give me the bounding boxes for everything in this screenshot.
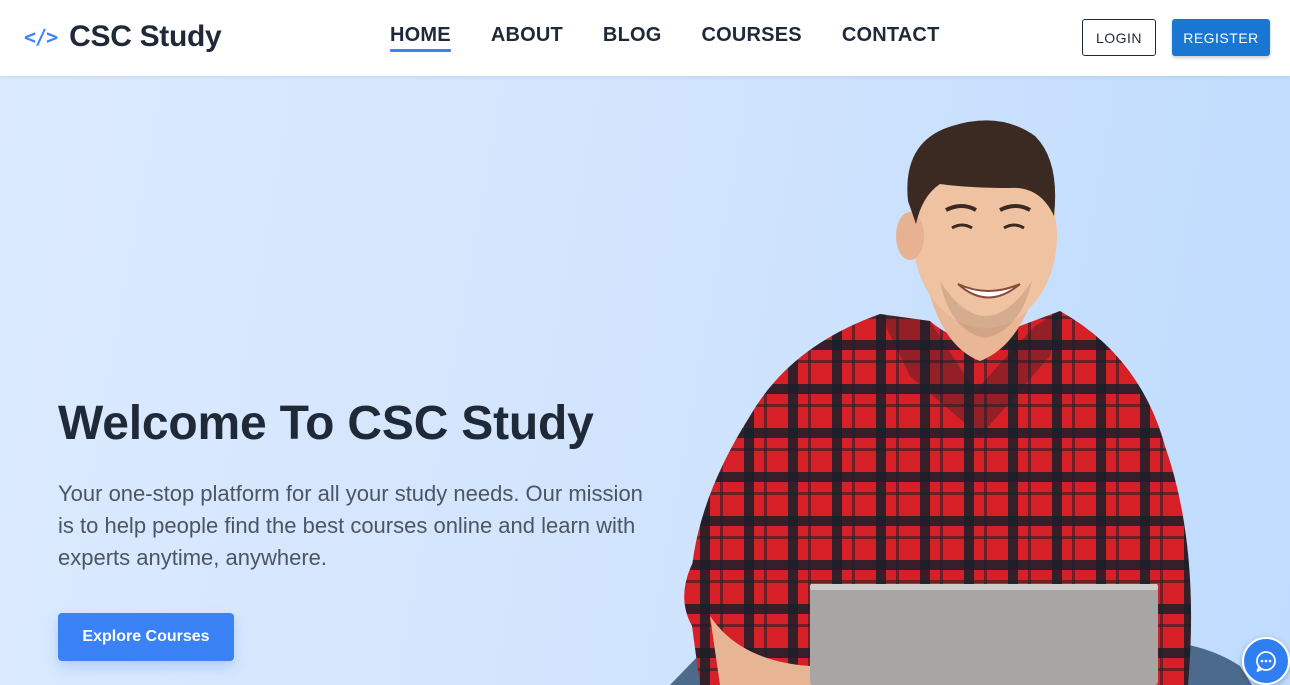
hero-section: Welcome To CSC Study Your one-stop platf…: [0, 76, 1290, 685]
chat-bubble-icon: [1256, 651, 1276, 672]
code-icon: </>: [24, 25, 58, 49]
chat-button[interactable]: [1242, 637, 1290, 685]
site-header: </> CSC Study HOME ABOUT BLOG COURSES CO…: [0, 0, 1290, 76]
nav-about[interactable]: ABOUT: [491, 24, 563, 51]
hero-title: Welcome To CSC Study: [58, 397, 594, 450]
nav-contact[interactable]: CONTACT: [842, 24, 940, 51]
hero-description: Your one-stop platform for all your stud…: [58, 481, 643, 570]
brand-name: CSC Study: [69, 20, 222, 53]
login-button[interactable]: LOGIN: [1082, 19, 1156, 56]
register-button[interactable]: REGISTER: [1172, 19, 1270, 56]
explore-courses-button[interactable]: Explore Courses: [58, 613, 234, 661]
main-nav: HOME ABOUT BLOG COURSES CONTACT: [390, 24, 980, 52]
nav-courses[interactable]: COURSES: [702, 24, 802, 51]
student-with-laptop-illustration: [670, 120, 1252, 685]
nav-home[interactable]: HOME: [390, 24, 451, 52]
nav-blog[interactable]: BLOG: [603, 24, 662, 51]
brand-logo[interactable]: </> CSC Study: [24, 20, 222, 54]
